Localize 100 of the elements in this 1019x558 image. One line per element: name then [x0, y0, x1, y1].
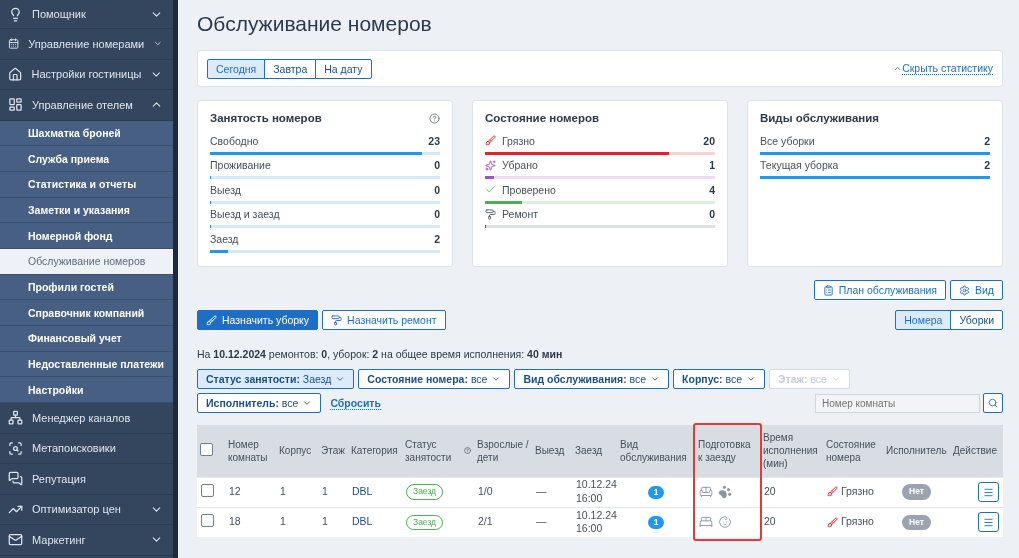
stat-value: 23: [428, 134, 440, 147]
stat-value: 0: [434, 159, 440, 172]
sidebar-subitem[interactable]: Профили гостей: [0, 274, 173, 301]
table-cell: 10.12.24 16:00: [572, 477, 617, 507]
brush-icon: [485, 135, 496, 147]
chevron-down-icon: [650, 374, 661, 384]
sparkle-icon: [485, 159, 496, 171]
stat-value: 0: [709, 208, 715, 221]
sidebar-item[interactable]: Маркетинг: [0, 525, 173, 556]
sidebar-item[interactable]: Помощник: [0, 0, 173, 29]
sofa-icon: [699, 485, 713, 499]
column-header: Вид обслуживания: [617, 425, 695, 477]
view-button[interactable]: Вид: [950, 280, 1003, 300]
sidebar-item[interactable]: Метапоисковики: [0, 433, 173, 465]
table-cell: 1: [318, 507, 348, 537]
date-tab[interactable]: На дату: [315, 58, 372, 79]
mail-icon: [8, 532, 23, 548]
checkbox[interactable]: [201, 513, 214, 527]
stat-label: Текущая уборка: [760, 159, 840, 172]
table-cell: 20: [760, 507, 823, 537]
filter-dropdown[interactable]: Исполнитель: все: [197, 393, 322, 413]
column-header: Статус занятости: [405, 437, 453, 464]
filter-dropdown[interactable]: Состояние номера: все: [358, 369, 511, 389]
brush-icon: [827, 486, 838, 498]
filter-dropdown[interactable]: Статус занятости: Заезд: [197, 369, 355, 389]
assign-repair-button[interactable]: Назначить ремонт: [322, 310, 446, 330]
settings-icon: [959, 284, 970, 296]
stat-value: 2: [434, 232, 440, 245]
checkbox[interactable]: [200, 442, 213, 456]
sidebar-subitem[interactable]: Настройки: [0, 377, 173, 404]
column-header: Действие: [950, 425, 1003, 477]
sidebar-item[interactable]: Оптимизатор цен: [0, 494, 173, 526]
house-icon: [8, 66, 23, 82]
hide-stats-link[interactable]: Скрыть статистику: [902, 62, 993, 75]
stat-value: 1: [709, 159, 715, 172]
sidebar-item[interactable]: Управление отелем: [0, 90, 173, 121]
checkbox[interactable]: [201, 483, 214, 497]
date-tab[interactable]: Сегодня: [207, 58, 266, 79]
filter-dropdown[interactable]: Корпус: все: [673, 369, 766, 389]
stat-value: 2: [984, 134, 990, 147]
sidebar-subitem[interactable]: Статистика и отчеты: [0, 171, 173, 198]
sidebar-subitem[interactable]: Финансовый учет: [0, 326, 173, 352]
column-header: Состояние номера: [823, 425, 883, 477]
stat-value: 4: [709, 183, 715, 196]
menu-button[interactable]: [978, 482, 999, 502]
stat-label: Выезд: [210, 183, 242, 196]
sidebar-subitem[interactable]: Служба приема: [0, 146, 173, 172]
sidebar-subitem[interactable]: Номерной фонд: [0, 223, 173, 249]
assign-cleaning-button[interactable]: Назначить уборку: [197, 310, 319, 330]
column-header: Исполнитель: [883, 425, 950, 477]
chevron-down-icon: [830, 374, 841, 384]
baby-icon: [718, 515, 732, 530]
table-cell: DBL: [348, 477, 402, 507]
table-cell: DBL: [348, 507, 402, 537]
table-cell: 20: [760, 477, 823, 507]
stat-card-title: Занятость номеров: [210, 112, 322, 124]
sidebar-item[interactable]: Менеджер каналов: [0, 403, 173, 434]
stat-label: Убрано: [502, 159, 539, 172]
summary-text: На 10.12.2024 ремонтов: 0, уборок: 2 на общее время исполнения: 40 мин: [197, 348, 563, 360]
reset-link[interactable]: Сбросить: [330, 396, 381, 410]
view-tab[interactable]: Уборки: [950, 310, 1003, 330]
paint-roller-icon: [331, 314, 343, 326]
sidebar-subitem[interactable]: Обслуживание номеров: [0, 248, 173, 275]
executor-badge: Нет: [902, 514, 931, 530]
sidebar-subitem[interactable]: Справочник компаний: [0, 300, 173, 326]
table-cell: 1: [276, 477, 318, 507]
room-state: Грязно: [841, 515, 874, 530]
stat-value: 20: [703, 134, 715, 147]
stat-card-title: Состояние номеров: [485, 112, 600, 124]
sidebar-item[interactable]: Управление номерами: [0, 29, 173, 60]
sidebar-subitem[interactable]: Шахматка броней: [0, 120, 173, 147]
column-header: Этаж: [318, 425, 348, 477]
sidebar-item[interactable]: Репутация: [0, 464, 173, 495]
search-button[interactable]: [983, 393, 1003, 413]
count-badge: 1: [647, 485, 665, 499]
chevron-down-icon: [302, 398, 313, 408]
count-badge: 1: [647, 516, 665, 530]
table-cell: 1: [318, 477, 348, 507]
paw-icon: [718, 485, 732, 499]
clipboard-icon: [822, 284, 834, 296]
sidebar-subitem[interactable]: Недоставленные платежи: [0, 351, 173, 378]
column-header: Подготовка к заезду: [695, 425, 760, 477]
stat-value: 2: [984, 159, 990, 172]
chat-icon: [8, 471, 23, 487]
network-icon: [8, 410, 23, 426]
executor-badge: Нет: [902, 484, 931, 500]
stat-label: Грязно: [502, 134, 536, 147]
chevron-down-icon: [491, 374, 502, 384]
sidebar-subitem[interactable]: Заметки и указания: [0, 197, 173, 224]
bed-icon: [699, 515, 713, 530]
view-tab[interactable]: Номера: [895, 310, 952, 330]
table-cell: —: [532, 477, 572, 507]
filter-dropdown[interactable]: Вид обслуживания: все: [514, 369, 670, 389]
maintenance-plan-button[interactable]: План обслуживания: [813, 280, 946, 300]
date-tab[interactable]: Завтра: [264, 58, 317, 79]
sidebar-item[interactable]: Настройки гостиницы: [0, 59, 173, 90]
room-search-field[interactable]: Номер комнаты: [815, 393, 980, 413]
column-header: Взрослые / дети: [474, 425, 532, 477]
menu-button[interactable]: [978, 512, 999, 533]
dashboard-icon: [8, 97, 23, 113]
